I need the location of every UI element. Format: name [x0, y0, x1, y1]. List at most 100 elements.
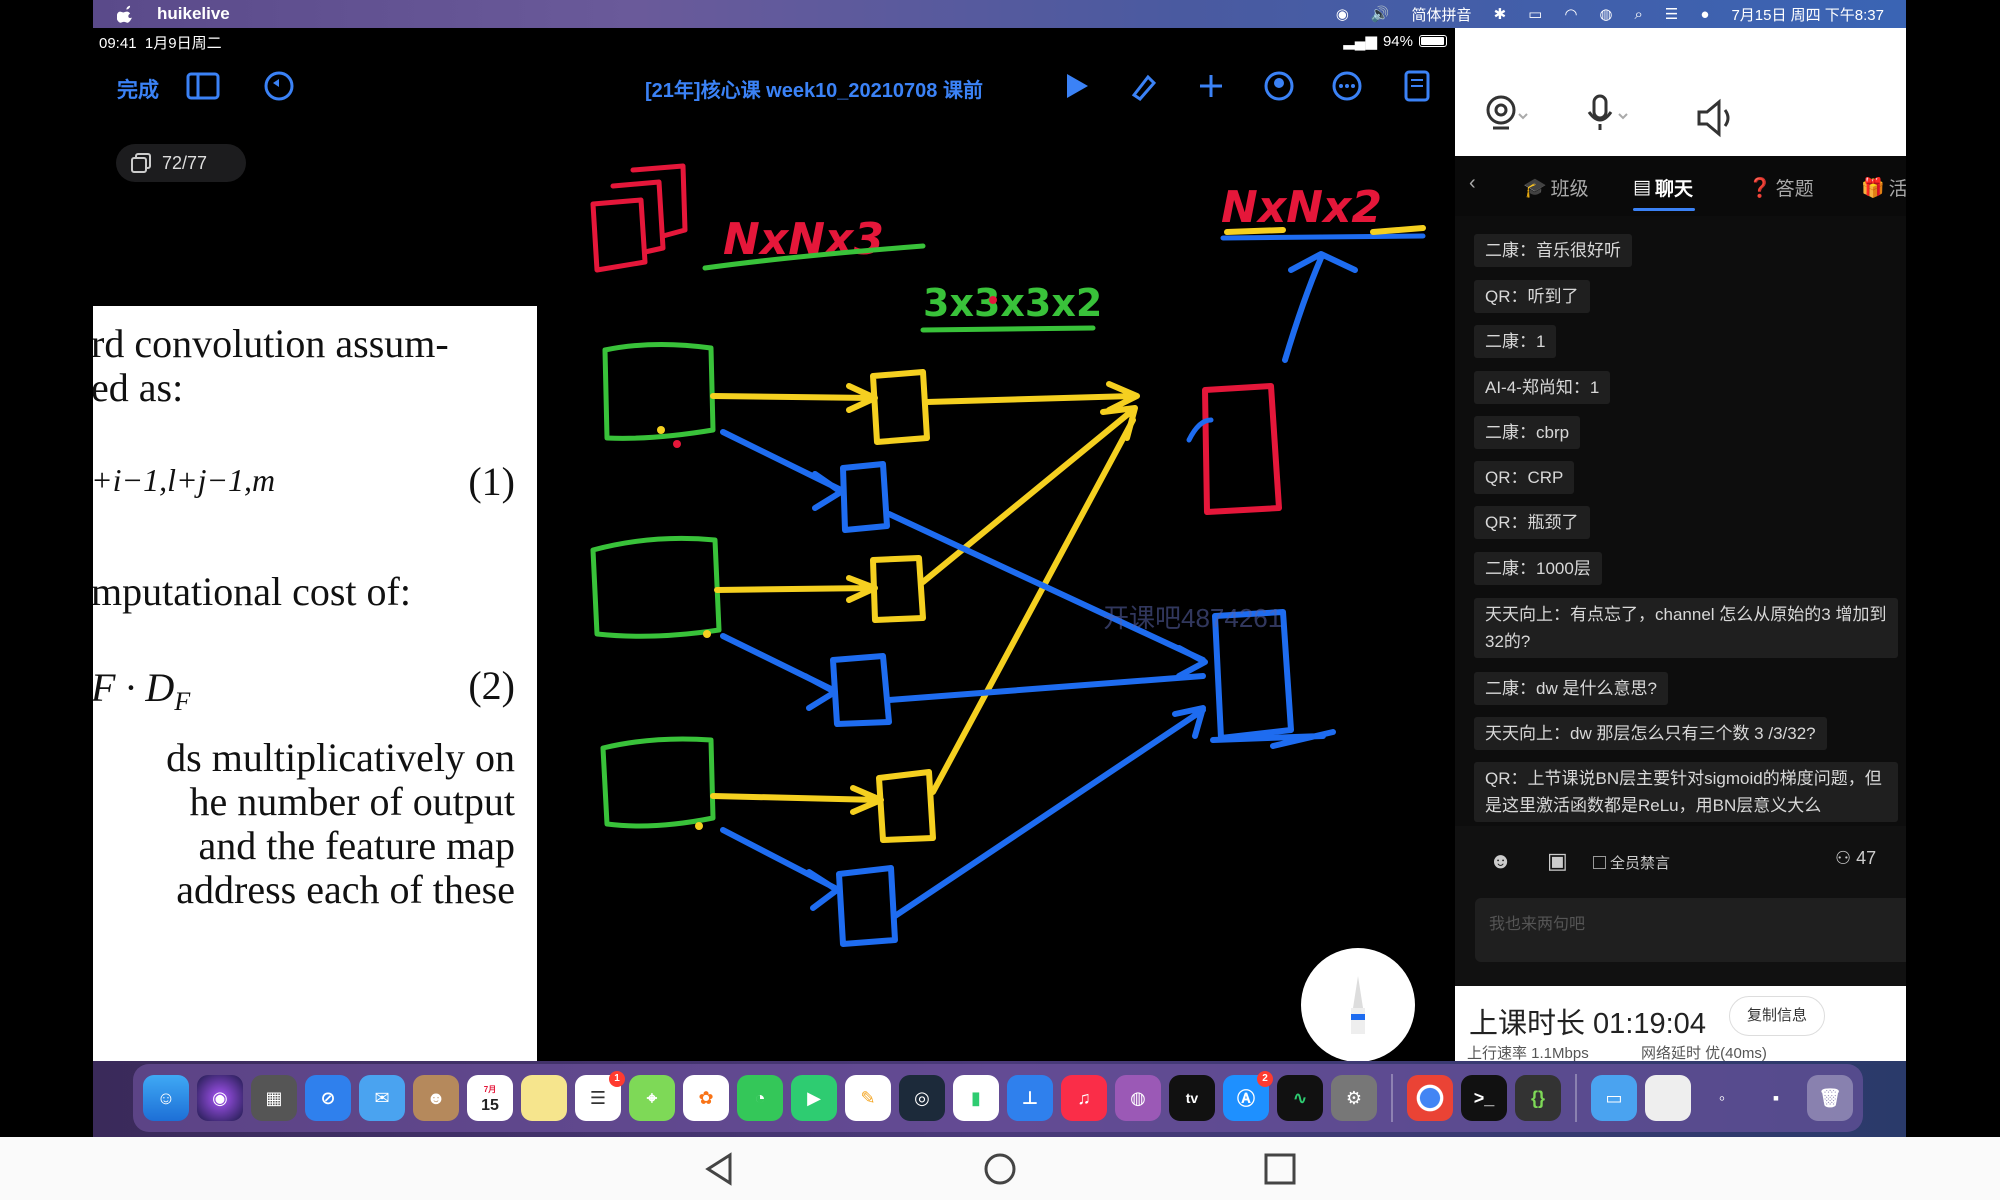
play-icon[interactable] — [1059, 68, 1095, 104]
tab-answer[interactable]: ❓ 答题 — [1748, 174, 1814, 201]
image-icon[interactable]: ▣ — [1547, 848, 1568, 874]
reminders-icon[interactable]: ☰ 1 — [575, 1071, 625, 1121]
calendar-icon[interactable]: 7月 15 — [467, 1075, 513, 1121]
safari-icon[interactable]: ⊘ — [305, 1075, 351, 1121]
chat-input[interactable]: 我也来两句吧 — [1475, 898, 1906, 962]
camera-icon[interactable] — [1485, 94, 1529, 143]
notes-toolbar: 完成 [21年]核心课 week10_20210708 课前 — [93, 54, 1455, 120]
minimized-window-icon[interactable] — [1645, 1075, 1691, 1121]
chat-message: 二康：1 — [1474, 325, 1557, 358]
mute-all-checkbox[interactable]: 全员禁言 — [1593, 852, 1670, 873]
note-canvas[interactable]: 72/77 rd convolution assum- ed as: +i−1,… — [93, 120, 1455, 1061]
terminal-icon[interactable]: >_ — [1461, 1075, 1507, 1121]
system-preferences-icon[interactable]: ⚙ — [1331, 1075, 1377, 1121]
mail-icon[interactable]: ✉ — [359, 1075, 405, 1121]
mac-menu-bar: huikelive ◉ 🔊 简体拼音 ✱ ▭ ◠ ◍ ⌕ ☰ ● 7月15日 周… — [93, 0, 1906, 28]
siri-icon[interactable]: ● — [1700, 6, 1709, 23]
trash-icon[interactable]: 🗑 — [1807, 1075, 1853, 1121]
document-title[interactable]: [21年]核心课 week10_20210708 课前 — [93, 74, 1455, 103]
chat-message-list[interactable]: 二康：音乐很好听 QR：听到了 二康：1 AI-4-郑尚知：1 二康：cbrp … — [1455, 216, 1906, 826]
recents-icon[interactable] — [1260, 1151, 1300, 1187]
checkbox-icon — [1593, 856, 1606, 869]
chat-message: AI-4-郑尚知：1 — [1474, 371, 1611, 404]
pencil-tool-button[interactable] — [1301, 948, 1415, 1061]
output-shape-label: NxNx2 — [1221, 182, 1382, 233]
chat-message: 二康：1000层 — [1474, 552, 1602, 585]
mac-dock: ☺ ◉ ▦ ⊘ ✉ ☻ 7月 15 ☰ 1 ⌖ ✿ ◔ ▶ ✎ ◎ ▮ ⊥ ♫ ◍… — [133, 1064, 1863, 1132]
microphone-icon[interactable] — [1585, 94, 1629, 143]
ipad-battery: ▂▄▆ 94% — [1343, 32, 1447, 50]
screen: huikelive ◉ 🔊 简体拼音 ✱ ▭ ◠ ◍ ⌕ ☰ ● 7月15日 周… — [0, 0, 2000, 1200]
keynote-icon[interactable]: ⊥ — [1007, 1075, 1053, 1121]
menu-extras: ◉ 🔊 简体拼音 ✱ ▭ ◠ ◍ ⌕ ☰ ● 7月15日 周四 下午8:37 — [1336, 4, 1906, 25]
tab-activity[interactable]: 🎁 活 — [1861, 174, 1906, 201]
gift-icon: 🎁 — [1861, 177, 1885, 199]
tab-class[interactable]: 🎓 班级 — [1523, 174, 1589, 201]
numbers-icon[interactable]: ▮ — [953, 1075, 999, 1121]
back-icon[interactable] — [700, 1151, 740, 1187]
panel-tabs: ‹ 🎓 班级 ▤ 聊天 ❓ 答题 🎁 活 — [1455, 156, 1906, 216]
volume-icon[interactable]: 🔊 — [1371, 5, 1390, 23]
quicktime-icon[interactable]: ◎ — [899, 1075, 945, 1121]
input-method[interactable]: 简体拼音 — [1412, 4, 1472, 25]
minimized-window-icon[interactable]: ▪ — [1753, 1075, 1799, 1121]
chat-message: 二康：cbrp — [1474, 416, 1581, 449]
apple-icon[interactable] — [117, 5, 135, 23]
facetime-icon[interactable]: ▶ — [791, 1075, 837, 1121]
finder-icon[interactable]: ☺ — [143, 1075, 189, 1121]
music-icon[interactable]: ♫ — [1061, 1075, 1107, 1121]
notes-icon[interactable] — [521, 1075, 567, 1121]
chat-message: QR：瓶颈了 — [1474, 506, 1590, 539]
script-editor-icon[interactable]: {} — [1515, 1075, 1561, 1121]
question-icon: ❓ — [1748, 177, 1772, 199]
activity-monitor-icon[interactable]: ∿ — [1277, 1075, 1323, 1121]
minimized-window-icon[interactable]: ◦ — [1699, 1075, 1745, 1121]
contacts-icon[interactable]: ☻ — [413, 1075, 459, 1121]
podcasts-icon[interactable]: ◍ — [1115, 1075, 1161, 1121]
photos-icon[interactable]: ✿ — [683, 1075, 729, 1121]
screen-record-icon[interactable]: ◉ — [1336, 5, 1349, 23]
wifi-icon[interactable]: ◠ — [1564, 5, 1577, 23]
watermark: 开课吧4874261 — [1103, 603, 1283, 633]
battery-icon[interactable]: ▭ — [1528, 5, 1542, 23]
downloads-folder-icon[interactable]: ▭ — [1591, 1075, 1637, 1121]
network-latency: 网络延时 优(40ms) — [1641, 1045, 1767, 1061]
depthwise-kernel-sketch — [710, 369, 1140, 843]
pen-tool-icon[interactable] — [1125, 68, 1161, 104]
ipad-time: 09:41 1月9日周二 — [99, 35, 222, 52]
home-icon[interactable] — [980, 1151, 1020, 1187]
collaborate-icon[interactable] — [1261, 68, 1297, 104]
page-layout-icon[interactable] — [1399, 68, 1435, 104]
app-name[interactable]: huikelive — [157, 4, 230, 24]
add-icon[interactable] — [1193, 68, 1229, 104]
spotlight-search-icon[interactable]: ⌕ — [1635, 6, 1643, 23]
bluetooth-icon[interactable]: ✱ — [1494, 5, 1507, 23]
copy-info-button[interactable]: 复制信息 — [1729, 996, 1825, 1036]
input-channel-boxes — [590, 341, 722, 829]
class-duration: 上课时长 01:19:04 — [1469, 1008, 1706, 1040]
maps-icon[interactable]: ⌖ — [629, 1075, 675, 1121]
tab-chat[interactable]: ▤ 聊天 — [1633, 174, 1693, 201]
siri-icon[interactable]: ◉ — [197, 1075, 243, 1121]
emoji-icon[interactable]: ☻ — [1489, 848, 1512, 874]
launchpad-icon[interactable]: ▦ — [251, 1075, 297, 1121]
chat-message: 天天向上：有点忘了，channel 怎么从原始的3 增加到32的? — [1474, 598, 1898, 658]
messages-icon[interactable]: ◔ — [737, 1075, 783, 1121]
app-store-icon[interactable]: Ⓐ 2 — [1223, 1071, 1273, 1121]
signal-icon: ▂▄▆ — [1343, 33, 1377, 50]
chat-message: 二康：音乐很好听 — [1474, 234, 1632, 267]
speaker-icon[interactable] — [1695, 98, 1735, 143]
handwritten-diagram: NxNx3 3x3x3x2 NxNx2 — [590, 163, 1426, 947]
control-center-icon[interactable]: ☰ — [1665, 5, 1678, 23]
chrome-icon[interactable] — [1407, 1075, 1453, 1121]
pencil-icon — [1351, 976, 1365, 1034]
kernel-shape-label: 3x3x3x2 — [923, 281, 1102, 325]
menu-clock[interactable]: 7月15日 周四 下午8:37 — [1731, 4, 1884, 25]
chat-message: 二康：dw 是什么意思? — [1474, 672, 1668, 705]
freeform-icon[interactable]: ✎ — [845, 1075, 891, 1121]
apple-tv-icon[interactable]: tv — [1169, 1075, 1215, 1121]
chevron-left-icon[interactable]: ‹ — [1469, 172, 1476, 195]
output-channel-box — [1202, 383, 1282, 515]
more-options-icon[interactable] — [1329, 68, 1365, 104]
user-icon[interactable]: ◍ — [1599, 5, 1612, 23]
